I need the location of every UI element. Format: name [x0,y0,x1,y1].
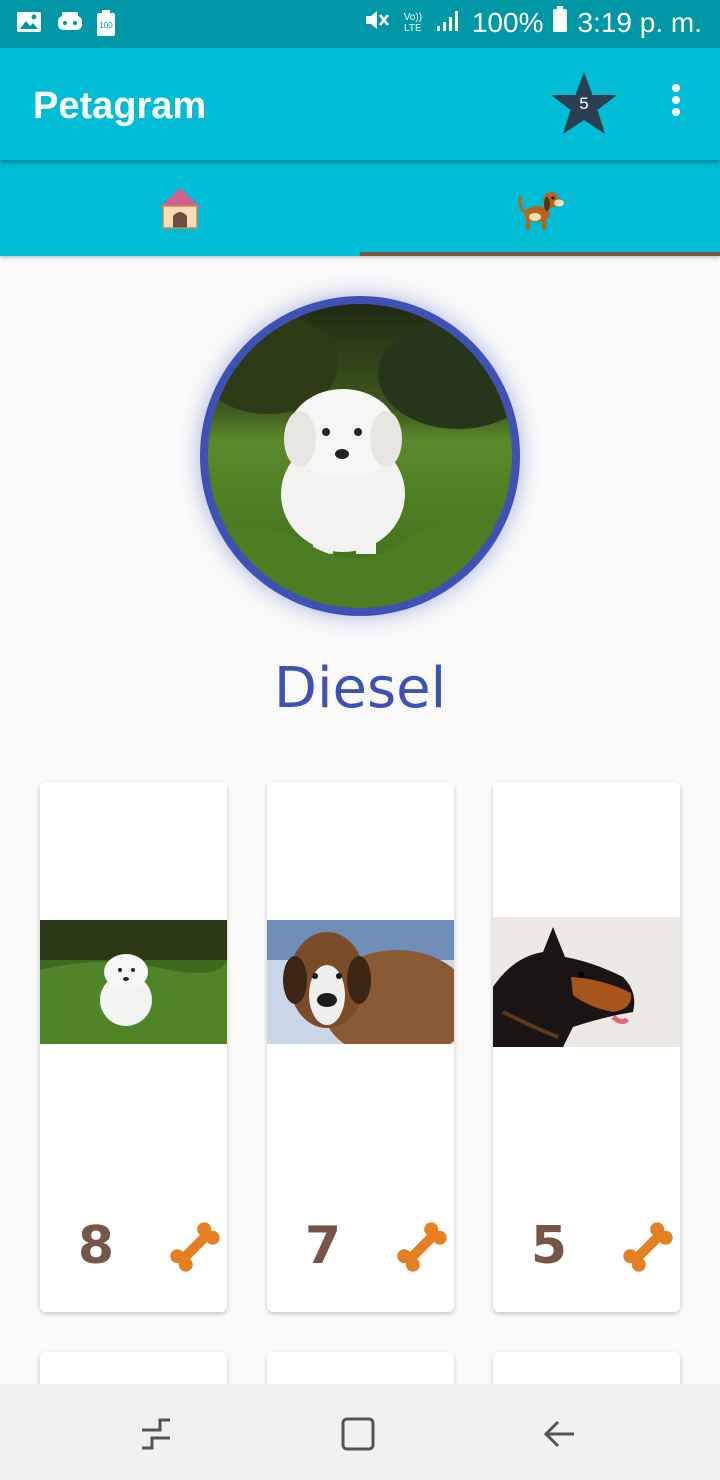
status-bar: 100 Vo)) LTE 100% 3:19 p. m. [0,0,720,48]
recent-apps-button[interactable] [136,1414,176,1454]
likes-count: 8 [77,1216,115,1276]
app-bar: Petagram 5 [0,48,720,160]
status-bar-system: Vo)) LTE 100% 3:19 p. m. [364,6,702,39]
profile-name: Diesel [273,656,447,721]
dot [672,96,680,104]
pet-card[interactable]: 5 [493,782,680,1312]
maltese-puppy-photo [40,920,227,1044]
bone-icon[interactable] [393,1218,451,1276]
battery-percent: 100% [471,6,544,38]
doberman-photo [493,917,680,1047]
tab-bar [0,160,720,256]
favorites-count: 5 [579,94,589,113]
volte-icon: Vo)) LTE [403,11,423,34]
bone-icon[interactable] [166,1218,224,1276]
game-notification-icon [56,10,82,34]
battery-icon [553,6,568,39]
maltese-puppy-photo [208,304,512,608]
tab-dog[interactable] [360,160,720,256]
svg-text:100: 100 [99,21,113,30]
home-icon [341,1417,375,1451]
home-button[interactable] [338,1414,378,1454]
profile-picture [200,296,520,616]
pet-card[interactable]: 7 [267,782,454,1312]
dog-icon [518,192,564,230]
system-nav-bar [0,1384,720,1480]
favorites-button[interactable]: 5 [548,70,620,138]
bone-icon[interactable] [619,1218,677,1276]
signal-icon [436,7,462,39]
tab-home[interactable] [0,160,360,256]
gallery-notification-icon [16,10,42,34]
app-title: Petagram [33,85,207,127]
tab-indicator [360,252,720,256]
clock: 3:19 p. m. [577,6,702,38]
mute-icon [364,7,390,39]
saint-bernard-photo [267,920,454,1044]
dot [672,84,680,92]
doghouse-icon [159,188,201,229]
status-bar-notifications: 100 [16,10,122,36]
battery-saver-notification-icon: 100 [96,10,122,36]
dot [672,108,680,116]
overflow-menu-button[interactable] [662,84,690,124]
back-button[interactable] [540,1414,580,1454]
likes-count: 5 [530,1216,568,1276]
back-icon [543,1420,574,1448]
recent-apps-icon [142,1418,170,1450]
pet-card[interactable]: 8 [40,782,227,1312]
likes-count: 7 [304,1216,342,1276]
